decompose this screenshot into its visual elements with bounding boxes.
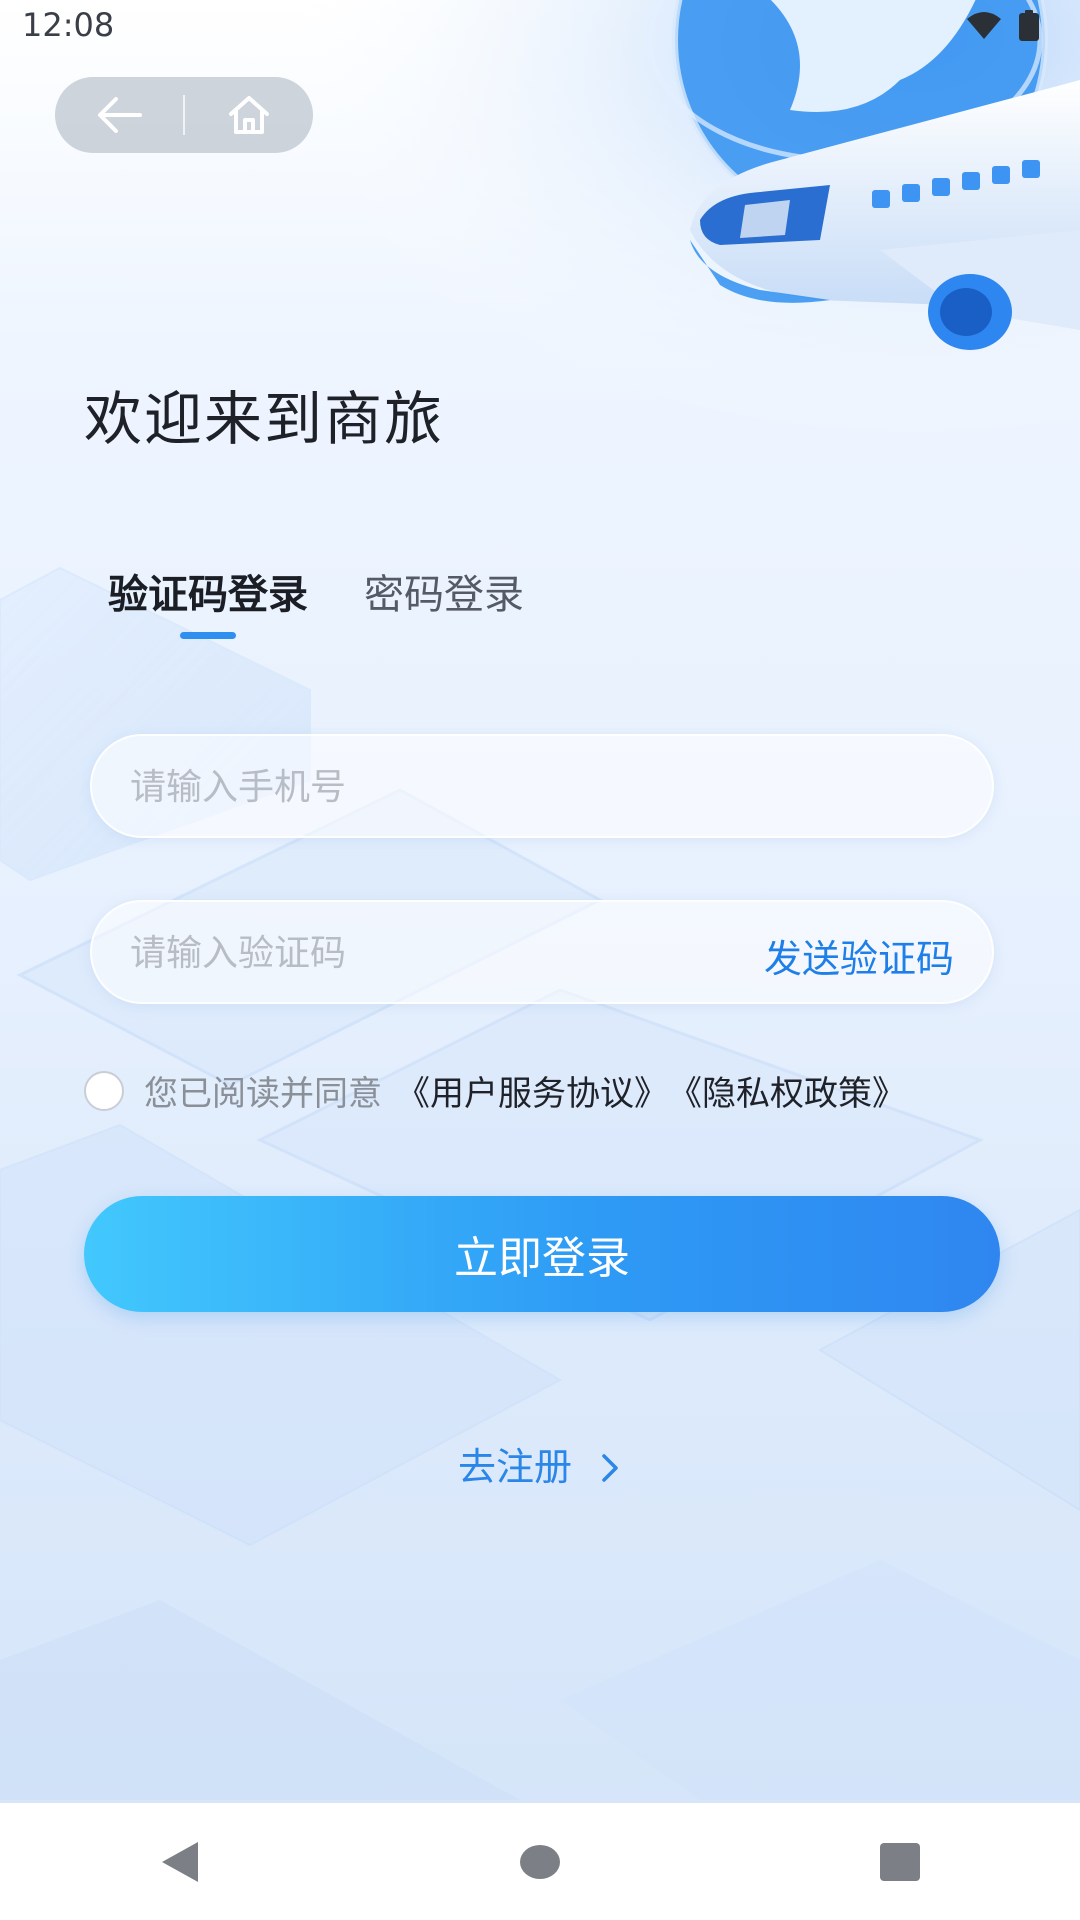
tab-password-login-label: 密码登录 (364, 572, 524, 618)
square-recents-icon (880, 1842, 920, 1881)
tab-active-indicator (180, 632, 236, 639)
login-button[interactable]: 立即登录 (84, 1196, 1000, 1312)
phone-field (90, 734, 994, 838)
tab-sms-login-label: 验证码登录 (108, 572, 308, 618)
agreement-checkbox[interactable] (84, 1070, 124, 1111)
phone-input[interactable] (128, 736, 732, 838)
tab-password-login[interactable]: 密码登录 (364, 562, 524, 620)
user-agreement-link[interactable]: 《用户服务协议》 (396, 1066, 668, 1115)
register-link[interactable]: 去注册 (0, 1436, 1080, 1491)
system-navigation-bar (0, 1803, 1080, 1920)
tab-sms-login[interactable]: 验证码登录 (108, 562, 308, 639)
home-icon (229, 96, 269, 134)
send-code-button[interactable]: 发送验证码 (764, 928, 954, 983)
wifi-icon (967, 12, 1001, 39)
triangle-back-icon (162, 1841, 198, 1882)
code-field: 发送验证码 (90, 900, 994, 1004)
code-input[interactable] (128, 902, 692, 1004)
battery-icon (1019, 10, 1039, 41)
status-icons (966, 10, 1040, 42)
chevron-right-icon (602, 1454, 618, 1482)
system-back-button[interactable] (120, 1812, 240, 1912)
login-screen: 12:08 欢迎来到商旅 验证码登录 密码登录 请输入手机号 请输入验证码 发送… (0, 0, 1080, 1920)
login-tabs: 验证码登录 密码登录 (108, 562, 524, 639)
page-title: 欢迎来到商旅 (84, 385, 445, 453)
nav-capsule (55, 77, 313, 153)
back-button[interactable] (55, 77, 183, 153)
agreement-prefix: 您已阅读并同意 (144, 1074, 382, 1114)
status-bar: 12:08 (0, 0, 1080, 52)
home-button[interactable] (185, 77, 313, 153)
status-time: 12:08 (22, 6, 115, 44)
system-recents-button[interactable] (840, 1812, 960, 1912)
arrow-left-icon (98, 97, 142, 133)
register-label: 去注册 (457, 1445, 572, 1489)
circle-home-icon (520, 1844, 560, 1879)
privacy-policy-link[interactable]: 《隐私权政策》 (668, 1066, 906, 1115)
agreement-row: 您已阅读并同意 《用户服务协议》 《隐私权政策》 (84, 1066, 906, 1115)
system-home-button[interactable] (480, 1812, 600, 1912)
